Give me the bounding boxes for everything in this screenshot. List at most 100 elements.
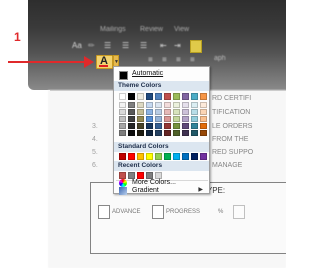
red-arrow-annotation bbox=[8, 61, 86, 63]
theme-color-swatch[interactable] bbox=[164, 102, 171, 108]
list-number: 4. bbox=[92, 136, 98, 143]
theme-colors-header: Theme Colors bbox=[114, 81, 209, 91]
theme-color-swatch[interactable] bbox=[137, 109, 144, 115]
theme-color-swatch[interactable] bbox=[164, 123, 171, 129]
theme-color-swatch[interactable] bbox=[200, 102, 207, 108]
theme-color-swatch[interactable] bbox=[137, 93, 144, 100]
theme-color-swatch[interactable] bbox=[146, 102, 153, 108]
theme-color-swatch[interactable] bbox=[128, 123, 135, 129]
submenu-arrow-icon: ▶ bbox=[198, 187, 203, 193]
theme-color-swatch[interactable] bbox=[164, 109, 171, 115]
theme-color-swatch[interactable] bbox=[119, 102, 126, 108]
theme-color-swatch[interactable] bbox=[191, 102, 198, 108]
theme-color-swatch[interactable] bbox=[173, 102, 180, 108]
justify-icon[interactable]: ≡ bbox=[190, 55, 195, 64]
theme-color-swatch[interactable] bbox=[128, 109, 135, 115]
theme-color-swatch[interactable] bbox=[191, 109, 198, 115]
clear-formatting-icon[interactable]: ✏ bbox=[88, 41, 95, 50]
theme-color-swatch[interactable] bbox=[191, 93, 198, 100]
theme-color-swatch[interactable] bbox=[164, 130, 171, 136]
theme-color-swatch[interactable] bbox=[182, 116, 189, 122]
document-text-line: FROM THE bbox=[212, 136, 249, 143]
theme-color-swatch[interactable] bbox=[119, 116, 126, 122]
numbering-icon[interactable]: ☰ bbox=[122, 41, 129, 50]
increase-indent-icon[interactable]: ⇥ bbox=[174, 41, 181, 50]
align-left-icon[interactable]: ≡ bbox=[148, 55, 153, 64]
theme-color-swatch[interactable] bbox=[191, 123, 198, 129]
theme-color-swatch[interactable] bbox=[137, 116, 144, 122]
theme-color-swatch[interactable] bbox=[146, 116, 153, 122]
theme-color-swatch[interactable] bbox=[128, 102, 135, 108]
multilevel-list-icon[interactable]: ☰ bbox=[140, 41, 147, 50]
theme-color-swatch[interactable] bbox=[200, 130, 207, 136]
theme-color-swatch[interactable] bbox=[119, 130, 126, 136]
standard-color-swatch[interactable] bbox=[155, 153, 162, 160]
theme-color-swatch[interactable] bbox=[200, 116, 207, 122]
theme-color-swatch[interactable] bbox=[146, 93, 153, 100]
font-color-button[interactable]: A bbox=[96, 55, 113, 69]
standard-color-swatch[interactable] bbox=[137, 153, 144, 160]
theme-color-swatch[interactable] bbox=[146, 130, 153, 136]
standard-color-swatch[interactable] bbox=[191, 153, 198, 160]
text-highlight-icon[interactable] bbox=[190, 40, 202, 53]
standard-color-swatch[interactable] bbox=[164, 153, 171, 160]
decrease-indent-icon[interactable]: ⇤ bbox=[160, 41, 167, 50]
advance-checkbox[interactable] bbox=[98, 205, 110, 219]
theme-color-swatch[interactable] bbox=[164, 93, 171, 100]
theme-color-swatch[interactable] bbox=[155, 130, 162, 136]
change-case-button[interactable]: Aa bbox=[72, 41, 82, 50]
standard-color-swatch[interactable] bbox=[128, 153, 135, 160]
theme-color-swatch[interactable] bbox=[146, 109, 153, 115]
theme-color-swatch[interactable] bbox=[128, 130, 135, 136]
theme-color-swatch[interactable] bbox=[191, 130, 198, 136]
tab-mailings[interactable]: Mailings bbox=[100, 26, 126, 33]
theme-color-swatch[interactable] bbox=[182, 102, 189, 108]
align-right-icon[interactable]: ≡ bbox=[176, 55, 181, 64]
theme-color-swatch[interactable] bbox=[155, 109, 162, 115]
align-center-icon[interactable]: ≡ bbox=[162, 55, 167, 64]
theme-color-swatch[interactable] bbox=[119, 109, 126, 115]
theme-color-swatch[interactable] bbox=[119, 93, 126, 100]
theme-color-swatch[interactable] bbox=[182, 109, 189, 115]
theme-color-swatch[interactable] bbox=[182, 123, 189, 129]
standard-color-swatch[interactable] bbox=[200, 153, 207, 160]
theme-color-swatch[interactable] bbox=[119, 123, 126, 129]
tab-review[interactable]: Review bbox=[140, 26, 163, 33]
theme-color-swatch[interactable] bbox=[155, 102, 162, 108]
standard-color-swatch[interactable] bbox=[173, 153, 180, 160]
theme-color-swatch[interactable] bbox=[155, 93, 162, 100]
theme-color-swatch[interactable] bbox=[155, 123, 162, 129]
automatic-label: Automatic bbox=[132, 70, 164, 77]
list-number: 3. bbox=[92, 123, 98, 130]
progress-checkbox[interactable] bbox=[152, 205, 164, 219]
standard-color-swatch[interactable] bbox=[146, 153, 153, 160]
theme-color-swatch[interactable] bbox=[191, 116, 198, 122]
theme-color-swatch[interactable] bbox=[137, 102, 144, 108]
theme-color-swatch[interactable] bbox=[155, 116, 162, 122]
theme-color-swatch[interactable] bbox=[182, 93, 189, 100]
theme-color-swatch[interactable] bbox=[173, 130, 180, 136]
theme-color-swatch[interactable] bbox=[182, 130, 189, 136]
theme-color-swatch[interactable] bbox=[173, 93, 180, 100]
theme-color-swatch[interactable] bbox=[146, 123, 153, 129]
theme-color-swatch[interactable] bbox=[137, 130, 144, 136]
theme-color-swatch[interactable] bbox=[128, 116, 135, 122]
theme-color-swatch[interactable] bbox=[173, 109, 180, 115]
standard-color-swatch[interactable] bbox=[182, 153, 189, 160]
theme-color-swatch[interactable] bbox=[200, 93, 207, 100]
theme-color-swatch[interactable] bbox=[173, 116, 180, 122]
percent-checkbox[interactable] bbox=[233, 205, 245, 219]
standard-color-swatch[interactable] bbox=[119, 153, 126, 160]
theme-color-swatch[interactable] bbox=[128, 93, 135, 100]
document-text-line: RD CERTIFI bbox=[212, 95, 252, 102]
bullets-icon[interactable]: ☰ bbox=[104, 41, 111, 50]
automatic-color-option[interactable]: Automatic bbox=[116, 69, 209, 81]
document-text-line: TIFICATION bbox=[212, 109, 251, 116]
theme-color-swatch[interactable] bbox=[173, 123, 180, 129]
theme-color-swatch[interactable] bbox=[137, 123, 144, 129]
theme-color-swatch[interactable] bbox=[200, 109, 207, 115]
theme-color-swatch[interactable] bbox=[164, 116, 171, 122]
gradient-option[interactable]: Gradient ▶ bbox=[116, 185, 209, 197]
theme-color-swatch[interactable] bbox=[200, 123, 207, 129]
tab-view[interactable]: View bbox=[174, 26, 189, 33]
